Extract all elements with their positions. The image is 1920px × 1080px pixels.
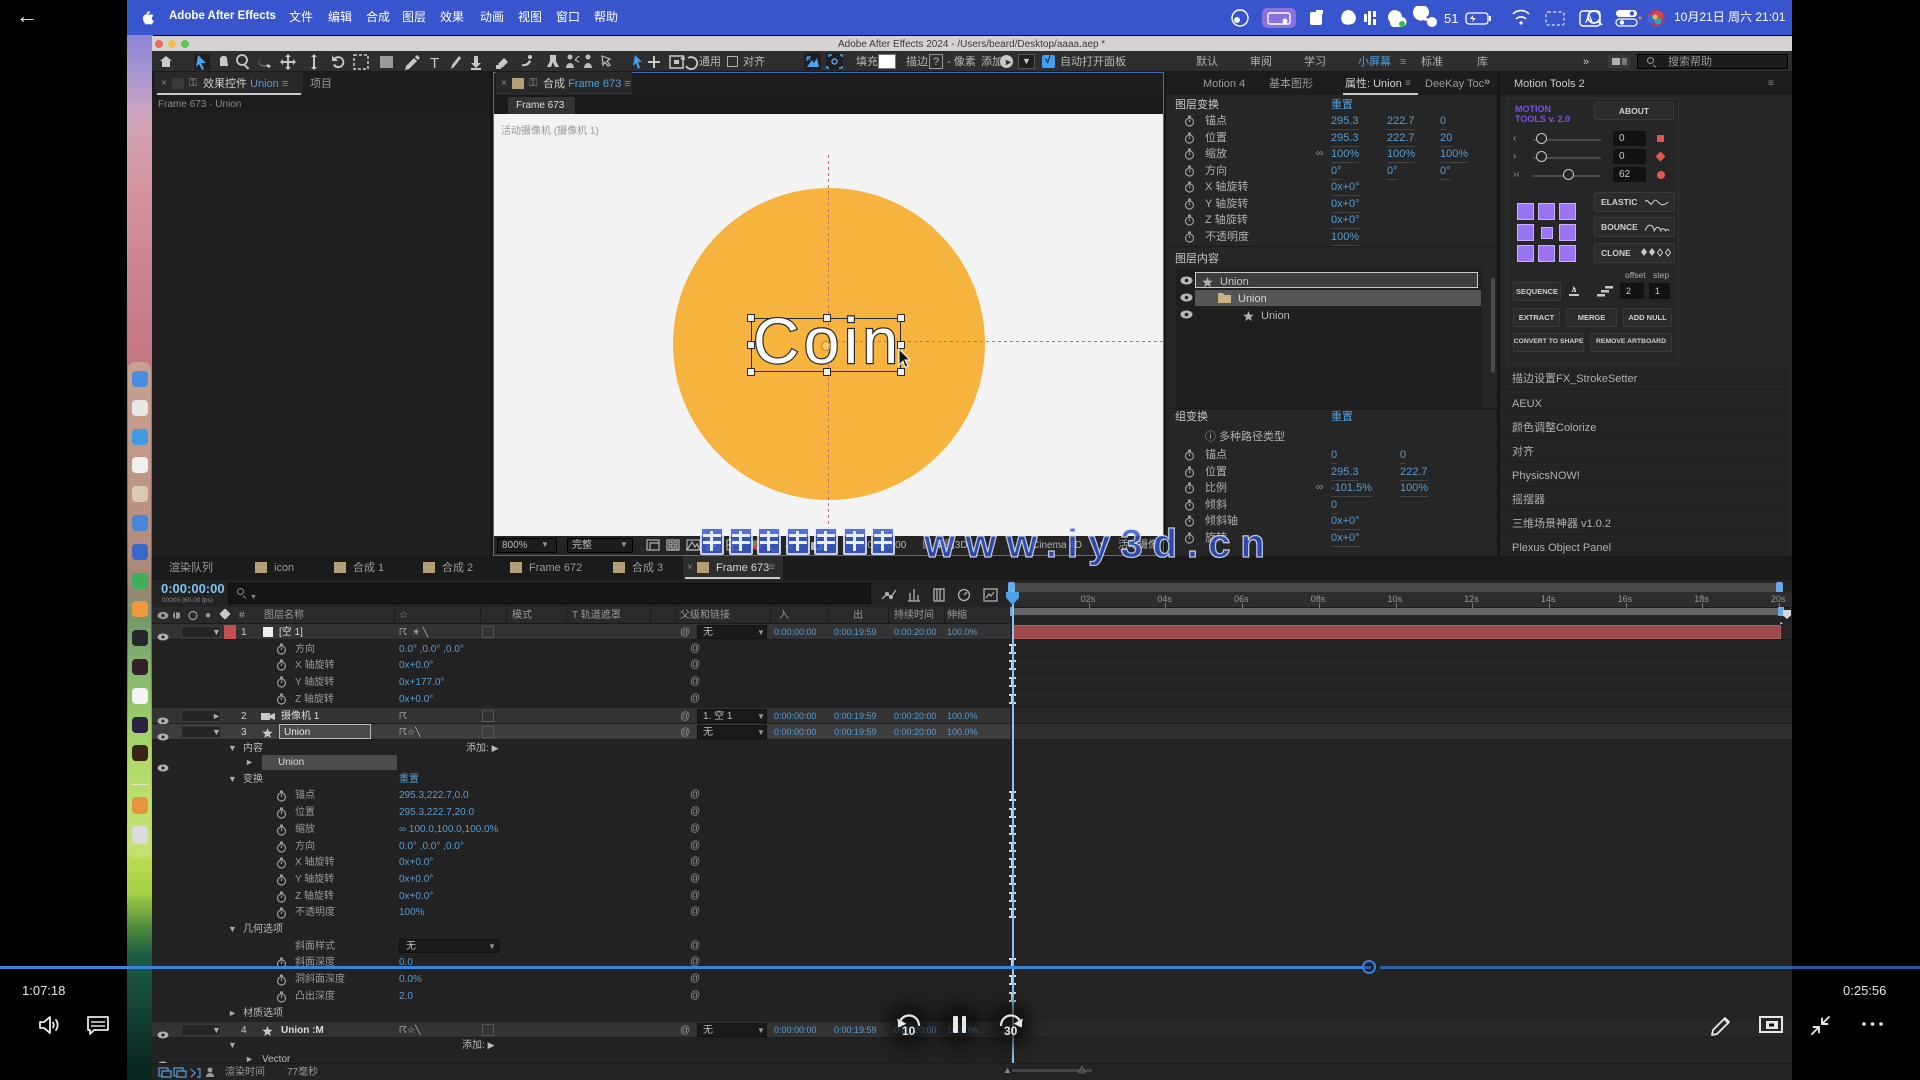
svg-text:T: T (430, 55, 439, 72)
svg-text:10: 10 (902, 1024, 916, 1038)
svg-text:51: 51 (1444, 11, 1458, 26)
svg-text:30: 30 (1004, 1024, 1018, 1038)
